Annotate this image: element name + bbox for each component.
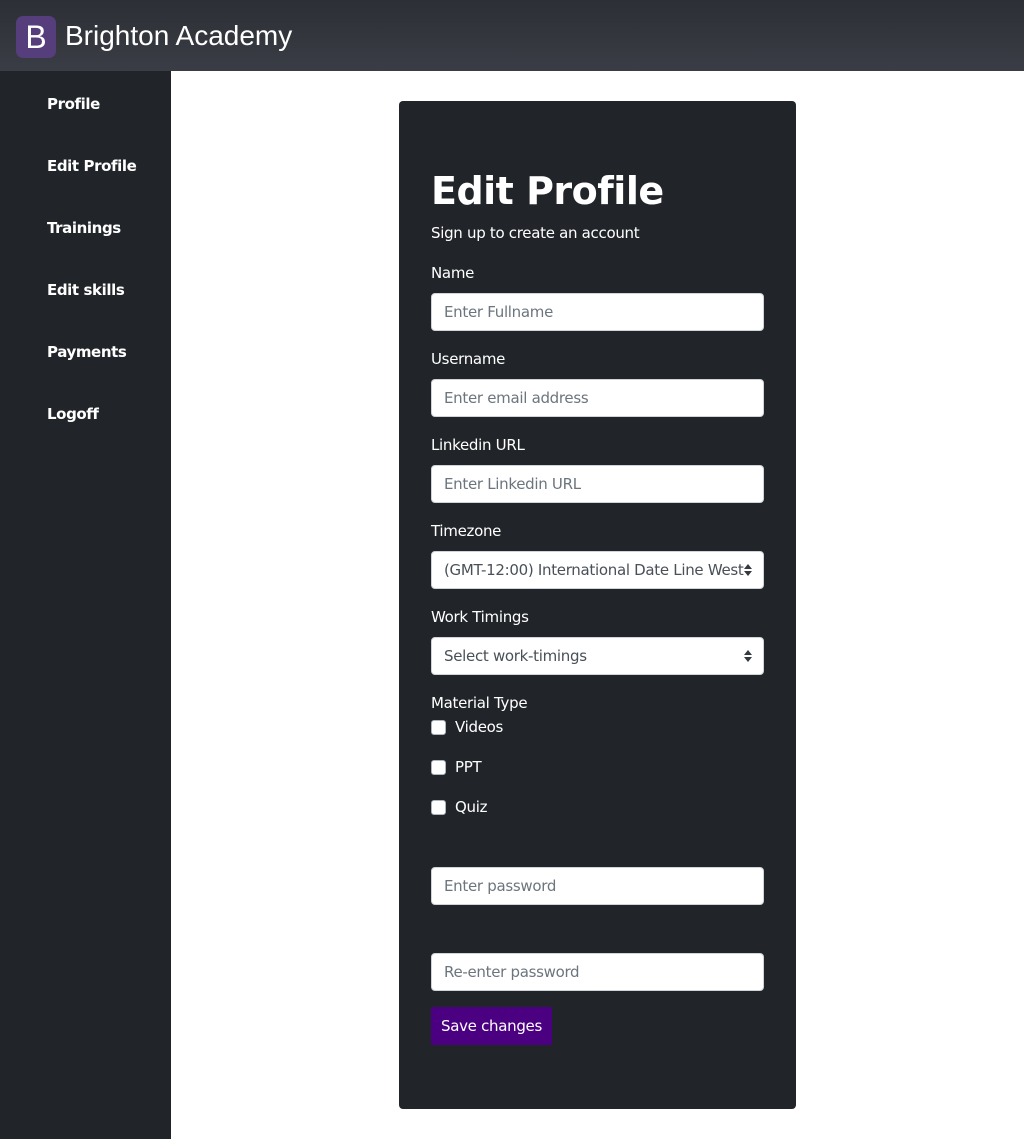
quiz-checkbox-label[interactable]: Quiz xyxy=(455,797,487,817)
edit-profile-card: Edit Profile Sign up to create an accoun… xyxy=(399,101,796,1109)
password-input[interactable] xyxy=(431,867,764,905)
timezone-label: Timezone xyxy=(431,522,502,540)
material-option-quiz: Quiz xyxy=(431,797,487,817)
sidebar-item-payments[interactable]: Payments xyxy=(47,342,127,362)
sidebar-item-profile[interactable]: Profile xyxy=(47,94,100,114)
linkedin-input[interactable] xyxy=(431,465,764,503)
brand-name[interactable]: Brighton Academy xyxy=(65,17,292,55)
ppt-checkbox-label[interactable]: PPT xyxy=(455,757,482,777)
work-timings-select[interactable]: Select work-timings xyxy=(431,637,764,675)
videos-checkbox-label[interactable]: Videos xyxy=(455,717,503,737)
material-option-ppt: PPT xyxy=(431,757,482,777)
top-navbar: B Brighton Academy xyxy=(0,0,1024,71)
brand-logo[interactable]: B xyxy=(16,16,56,58)
quiz-checkbox[interactable] xyxy=(431,799,446,815)
material-option-videos: Videos xyxy=(431,717,503,737)
username-label: Username xyxy=(431,350,506,368)
linkedin-label: Linkedin URL xyxy=(431,436,525,454)
sidebar-item-trainings[interactable]: Trainings xyxy=(47,218,121,238)
sidebar-item-logoff[interactable]: Logoff xyxy=(47,404,99,424)
ppt-checkbox[interactable] xyxy=(431,759,446,775)
videos-checkbox[interactable] xyxy=(431,719,446,735)
work-timings-label: Work Timings xyxy=(431,608,529,626)
confirm-password-input[interactable] xyxy=(431,953,764,991)
work-timings-selected-value: Select work-timings xyxy=(444,647,587,665)
name-input[interactable] xyxy=(431,293,764,331)
select-arrows-icon xyxy=(744,564,752,576)
name-label: Name xyxy=(431,264,475,282)
username-input[interactable] xyxy=(431,379,764,417)
save-changes-button[interactable]: Save changes xyxy=(431,1007,552,1045)
select-arrows-icon xyxy=(744,650,752,662)
sidebar: Profile Edit Profile Trainings Edit skil… xyxy=(0,71,171,1139)
sidebar-item-edit-profile[interactable]: Edit Profile xyxy=(47,156,137,176)
page-subtitle: Sign up to create an account xyxy=(431,224,640,242)
timezone-selected-value: (GMT-12:00) International Date Line West xyxy=(444,561,744,579)
sidebar-item-edit-skills[interactable]: Edit skills xyxy=(47,280,125,300)
material-type-label: Material Type xyxy=(431,694,528,712)
timezone-select[interactable]: (GMT-12:00) International Date Line West xyxy=(431,551,764,589)
page-title: Edit Profile xyxy=(431,169,664,213)
